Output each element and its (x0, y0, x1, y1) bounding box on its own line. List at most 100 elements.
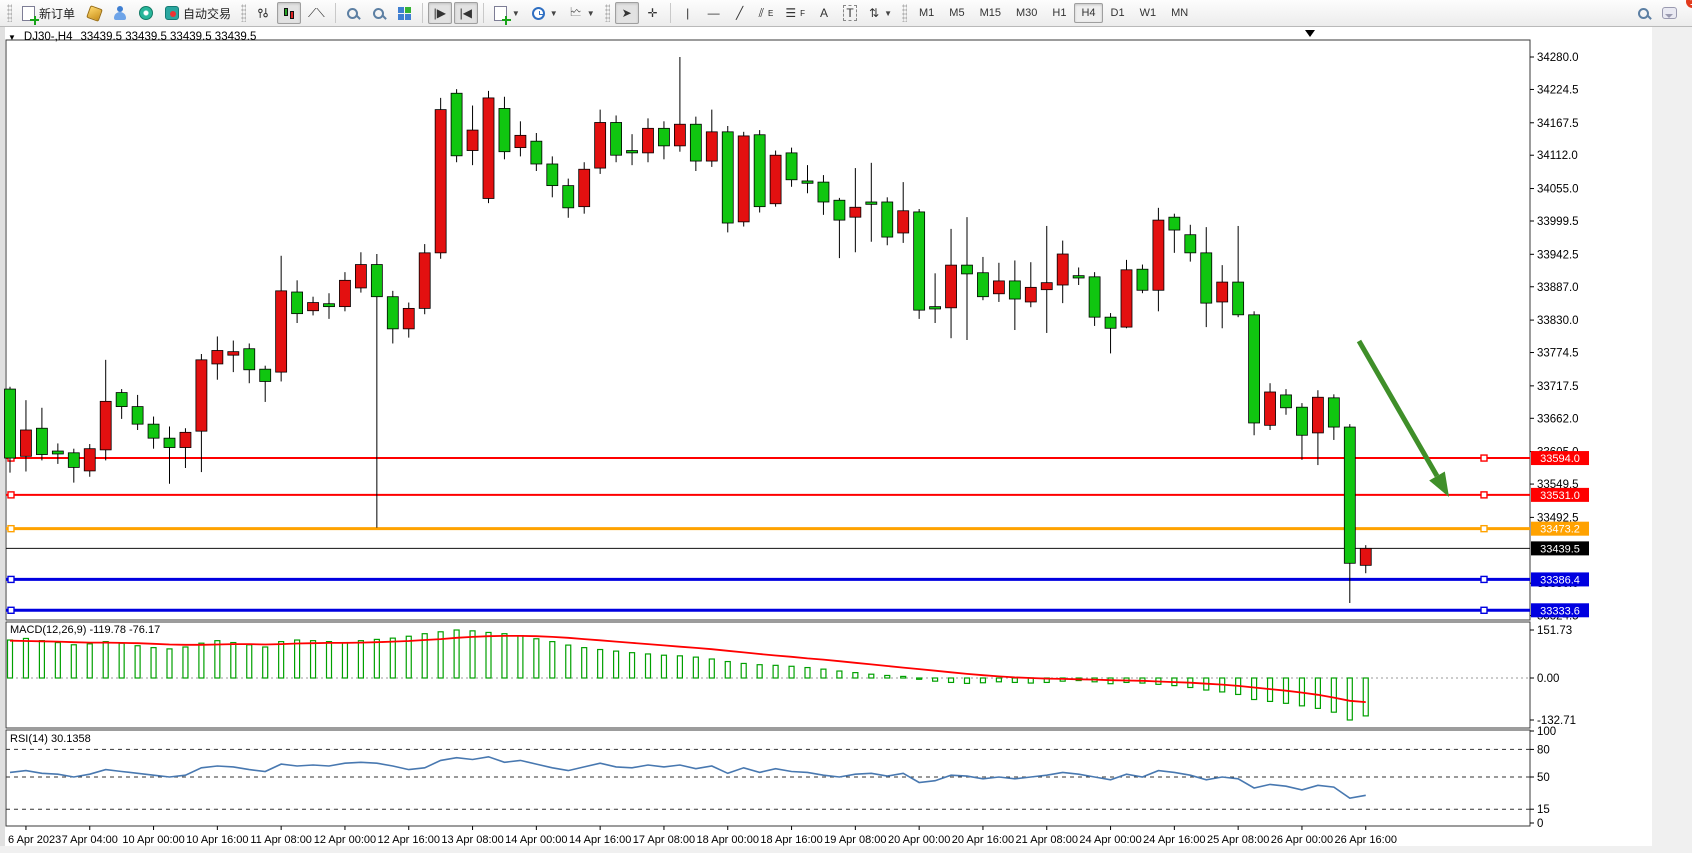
candle (946, 229, 957, 338)
trend-arrow-line[interactable] (1359, 341, 1437, 476)
text-tool-button[interactable]: A (812, 2, 836, 24)
candle (1281, 389, 1292, 415)
candle (499, 97, 510, 160)
candle (467, 106, 478, 166)
line-handle[interactable] (8, 607, 14, 613)
line-handle[interactable] (1481, 455, 1487, 461)
channel-icon: ⫽ (759, 6, 764, 21)
candle (1153, 208, 1164, 311)
macd-histogram-bar (358, 641, 363, 678)
horizontal-line-tool-button[interactable]: — (702, 2, 726, 24)
macd-histogram-bar (949, 678, 954, 682)
toolbar-grip[interactable] (7, 4, 12, 22)
bar-chart-button[interactable]: ⫯⫰ (251, 2, 275, 24)
chat-bubble-icon (1662, 7, 1677, 19)
candle (324, 293, 335, 319)
indicators-button[interactable]: ▼ (489, 2, 525, 24)
cursor-tool-button[interactable]: ➤ (615, 2, 639, 24)
rsi-label: RSI(14) 30.1358 (10, 733, 91, 745)
macd-tick-label: 151.73 (1537, 625, 1572, 637)
arrows-tool-button[interactable]: ⇅▼ (864, 2, 897, 24)
timeframe-button-m30[interactable]: M30 (1009, 3, 1044, 23)
signals-icon (139, 6, 153, 20)
search-button[interactable] (1631, 2, 1655, 24)
rsi-tick-label: 80 (1537, 744, 1550, 756)
line-handle[interactable] (8, 492, 14, 498)
timeframe-button-m5[interactable]: M5 (942, 3, 971, 23)
price-badge-label: 33333.6 (1540, 605, 1580, 617)
line-handle[interactable] (1481, 526, 1487, 532)
macd-histogram-bar (933, 678, 938, 681)
timeframe-button-h1[interactable]: H1 (1045, 3, 1073, 23)
toolbar-grip[interactable] (605, 4, 610, 22)
horizontal-line-icon: — (708, 6, 720, 20)
timeframe-button-m1[interactable]: M1 (912, 3, 941, 23)
macd-histogram-bar (980, 678, 985, 683)
timeframe-group: M1M5M15M30H1H4D1W1MN (912, 3, 1195, 23)
candle (483, 91, 494, 203)
line-handle[interactable] (1481, 492, 1487, 498)
timeframe-button-m15[interactable]: M15 (973, 3, 1008, 23)
chart-symbol-period: DJ30-,H4 (24, 31, 73, 43)
label-tool-icon: T (843, 5, 856, 21)
community-button[interactable] (108, 2, 132, 24)
auto-trading-button[interactable]: 自动交易 (160, 2, 236, 24)
time-tick-label: 24 Apr 00:00 (1079, 834, 1141, 846)
notifications-button[interactable]: 1 (1657, 2, 1682, 24)
tile-windows-button[interactable] (393, 2, 417, 24)
candlestick-chart-button[interactable] (277, 2, 301, 24)
zoom-out-button[interactable] (367, 2, 391, 24)
timeframe-button-d1[interactable]: D1 (1104, 3, 1132, 23)
line-chart-button[interactable]: ⟋⟍ (303, 2, 330, 24)
chart-shift-button[interactable]: |◀ (454, 2, 478, 24)
line-handle[interactable] (8, 576, 14, 582)
candle (1009, 260, 1020, 330)
label-tool-button[interactable]: T (838, 2, 862, 24)
candle (818, 175, 829, 215)
line-handle[interactable] (1481, 607, 1487, 613)
line-handle[interactable] (1481, 576, 1487, 582)
macd-histogram-bar (1252, 678, 1257, 700)
periods-button[interactable]: ▼ (527, 2, 563, 24)
auto-scroll-icon: |▶ (434, 6, 446, 20)
toolbar-grip[interactable] (241, 4, 246, 22)
macd-histogram-bar (263, 647, 268, 678)
timeframe-button-h4[interactable]: H4 (1074, 3, 1102, 23)
new-order-button[interactable]: 新订单 (17, 2, 80, 24)
macd-histogram-bar (741, 663, 746, 678)
macd-histogram-bar (614, 651, 619, 678)
line-handle[interactable] (8, 526, 14, 532)
time-tick-label: 20 Apr 16:00 (952, 834, 1014, 846)
candle (180, 428, 191, 468)
macd-histogram-bar (327, 642, 332, 678)
vertical-line-tool-button[interactable]: | (676, 2, 700, 24)
toolbar-grip[interactable] (902, 4, 907, 22)
crosshair-tool-button[interactable]: ✛ (641, 2, 665, 24)
candle (914, 209, 925, 319)
chart-shift-marker-icon[interactable] (1305, 30, 1315, 37)
macd-histogram-bar (630, 653, 635, 678)
macd-histogram-bar (805, 668, 810, 678)
trendline-tool-button[interactable]: ╱ (728, 2, 752, 24)
macd-histogram-bar (470, 631, 475, 678)
candlestick-chart-icon (282, 6, 296, 20)
templates-button[interactable]: 🗠▼ (565, 2, 600, 24)
candle (132, 395, 143, 430)
window-bottom-edge (0, 846, 1692, 853)
candle (802, 165, 813, 193)
one-click-expand-icon[interactable]: ▼ (8, 33, 16, 42)
candle (451, 89, 462, 162)
channel-tool-button[interactable]: ⫽E (754, 2, 779, 24)
timeframe-button-mn[interactable]: MN (1164, 3, 1195, 23)
zoom-in-button[interactable] (341, 2, 365, 24)
chart-canvas[interactable]: 34280.034224.534167.534112.034055.033999… (0, 27, 1692, 853)
macd-histogram-bar (773, 665, 778, 678)
macd-histogram-bar (103, 642, 108, 678)
market-watch-button[interactable] (82, 2, 106, 24)
signals-button[interactable] (134, 2, 158, 24)
timeframe-button-w1[interactable]: W1 (1133, 3, 1164, 23)
fibonacci-tool-button[interactable]: ☰F (780, 2, 810, 24)
candle (898, 182, 909, 243)
macd-histogram-bar (295, 640, 300, 678)
auto-scroll-button[interactable]: |▶ (428, 2, 452, 24)
